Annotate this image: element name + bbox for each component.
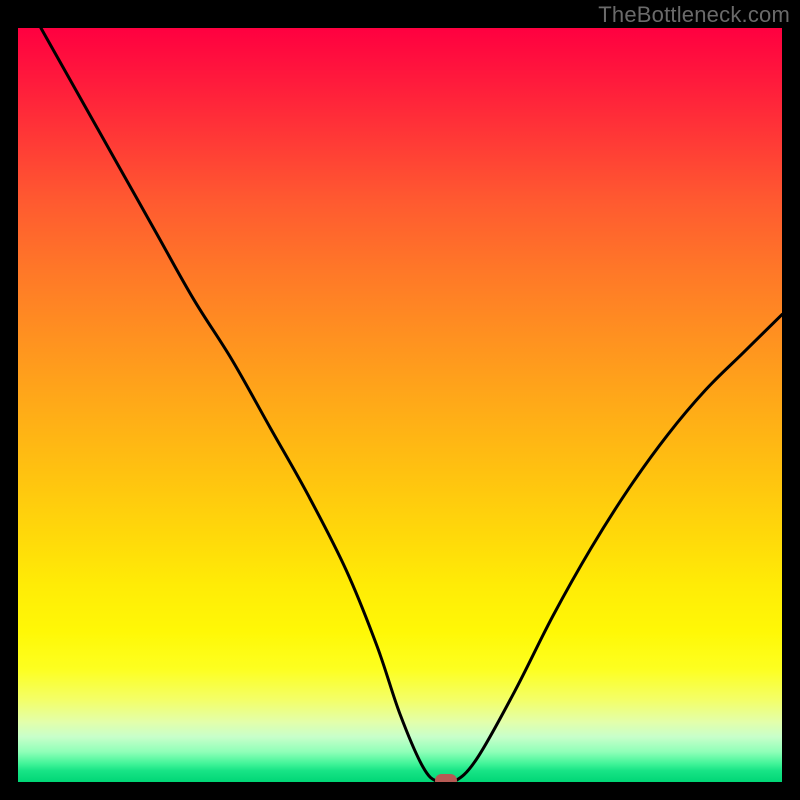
watermark-text: TheBottleneck.com [598,2,790,28]
plot-area [18,28,782,782]
optimal-marker [435,774,457,782]
chart-frame: TheBottleneck.com [0,0,800,800]
bottleneck-curve [18,28,782,782]
